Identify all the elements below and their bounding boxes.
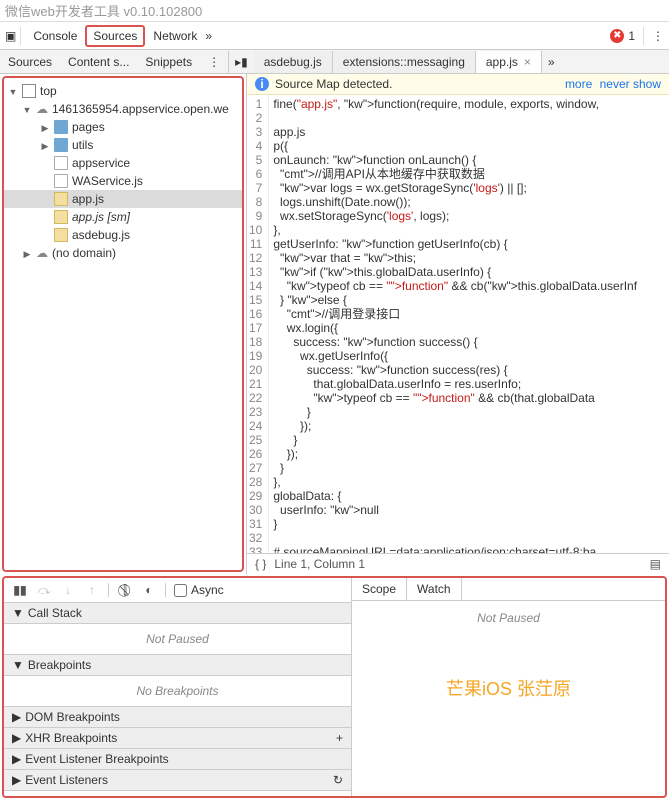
add-icon[interactable]: +	[336, 731, 343, 745]
subtab-sources[interactable]: Sources	[0, 51, 60, 73]
async-checkbox[interactable]: Async	[174, 583, 224, 597]
line-gutter: 1234567891011121314151617181920212223242…	[247, 95, 269, 553]
tree-appjs[interactable]: app.js	[4, 190, 242, 208]
collapse-icon[interactable]: ▤	[650, 557, 661, 571]
scope-tab[interactable]: Scope	[352, 578, 407, 600]
step-out-icon[interactable]: ↑	[84, 582, 100, 598]
inspect-icon[interactable]: ▣	[5, 29, 16, 43]
overflow-icon[interactable]: »	[205, 29, 212, 43]
file-navigator: top ☁1461365954.appservice.open.we pages…	[2, 76, 244, 572]
tree-waservice[interactable]: WAService.js	[4, 172, 242, 190]
section-dom-bp[interactable]: ▶DOM Breakpoints	[4, 707, 351, 728]
never-show-link[interactable]: never show	[600, 77, 661, 91]
subtab-contentscripts[interactable]: Content s...	[60, 51, 137, 73]
tree-appservice[interactable]: appservice	[4, 154, 242, 172]
subtab-snippets[interactable]: Snippets	[137, 51, 200, 73]
section-event-listeners[interactable]: ▶Event Listeners↻	[4, 770, 351, 791]
tab-network[interactable]: Network	[145, 25, 205, 47]
tree-appjs-sm[interactable]: app.js [sm]	[4, 208, 242, 226]
tab-console[interactable]: Console	[25, 25, 85, 47]
info-icon: i	[255, 77, 269, 91]
menu-icon[interactable]: ⋮	[652, 29, 664, 43]
tree-domain[interactable]: ☁1461365954.appservice.open.we	[4, 100, 242, 118]
file-tab-messaging[interactable]: extensions::messaging	[333, 51, 476, 73]
source-map-info: i Source Map detected. more never show	[247, 74, 669, 95]
cloud-icon: ☁	[36, 102, 48, 116]
step-into-icon[interactable]: ↓	[60, 582, 76, 598]
tree-top[interactable]: top	[4, 82, 242, 100]
tree-asdebug[interactable]: asdebug.js	[4, 226, 242, 244]
editor-status-bar: { } Line 1, Column 1 ▤	[247, 553, 669, 574]
sub-tab-bar: Sources Content s... Snippets ⋮ ▸▮ asdeb…	[0, 50, 669, 74]
error-count: 1	[628, 29, 635, 43]
main-tab-bar: ▣ Console Sources Network » ✖ 1 ⋮	[0, 22, 669, 50]
pause-exception-icon[interactable]: ◐	[141, 582, 157, 598]
tree-nodomain[interactable]: ☁(no domain)	[4, 244, 242, 262]
file-overflow-icon[interactable]: »	[542, 51, 561, 73]
close-icon[interactable]: ×	[524, 55, 531, 69]
more-link[interactable]: more	[565, 77, 592, 91]
file-tab-app[interactable]: app.js ×	[476, 51, 542, 73]
code-editor[interactable]: 1234567891011121314151617181920212223242…	[247, 95, 669, 553]
subtab-more-icon[interactable]: ⋮	[200, 51, 228, 73]
tree-pages[interactable]: pages	[4, 118, 242, 136]
watch-tab[interactable]: Watch	[407, 578, 462, 600]
step-over-icon[interactable]: ⤼	[36, 582, 52, 598]
deactivate-bp-icon[interactable]: ⫿⃠	[117, 582, 133, 598]
debugger-toolbar: ▮▮ ⤼ ↓ ↑ ⫿⃠ ◐ Async	[4, 578, 351, 603]
callstack-body: Not Paused	[4, 624, 351, 655]
show-navigator-icon[interactable]: ▸▮	[229, 51, 254, 73]
debugger-panel: ▮▮ ⤼ ↓ ↑ ⫿⃠ ◐ Async ▼Call Stack Not Paus…	[2, 576, 667, 798]
section-callstack[interactable]: ▼Call Stack	[4, 603, 351, 624]
breakpoints-body: No Breakpoints	[4, 676, 351, 707]
error-badge[interactable]: ✖	[610, 29, 624, 43]
window-title: 微信web开发者工具 v0.10.102800	[0, 0, 669, 22]
section-xhr-bp[interactable]: ▶XHR Breakpoints+	[4, 728, 351, 749]
pause-icon[interactable]: ▮▮	[12, 582, 28, 598]
tab-sources[interactable]: Sources	[85, 25, 145, 47]
section-event-bp[interactable]: ▶Event Listener Breakpoints	[4, 749, 351, 770]
file-tab-asdebug[interactable]: asdebug.js	[254, 51, 333, 73]
format-icon[interactable]: { }	[255, 557, 266, 571]
section-breakpoints[interactable]: ▼Breakpoints	[4, 655, 351, 676]
refresh-icon[interactable]: ↻	[333, 773, 343, 787]
watermark-text: 芒果iOS 张茳原	[446, 675, 571, 701]
scope-not-paused: Not Paused	[477, 611, 540, 625]
cloud-icon: ☁	[36, 246, 48, 260]
tree-utils[interactable]: utils	[4, 136, 242, 154]
